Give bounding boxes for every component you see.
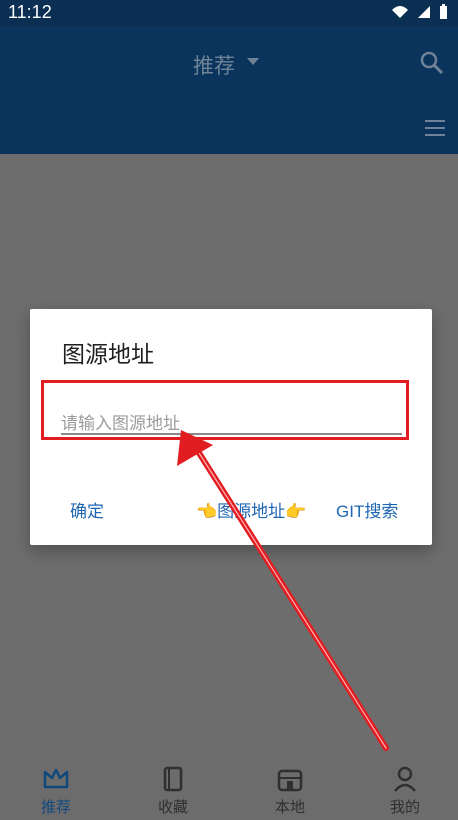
red-arrow <box>177 430 389 751</box>
